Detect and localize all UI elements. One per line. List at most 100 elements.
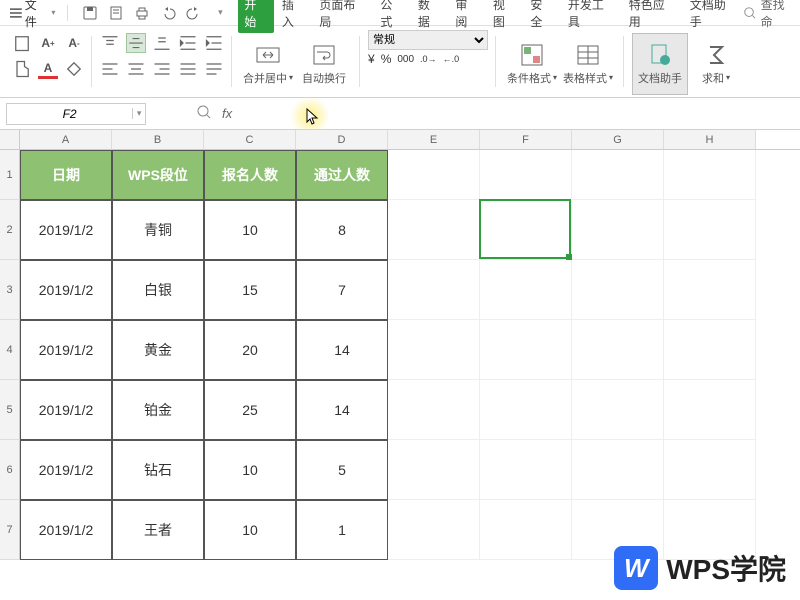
decrease-indent-icon[interactable] <box>178 33 198 53</box>
undo-icon[interactable] <box>160 5 176 21</box>
select-all-corner[interactable] <box>0 130 20 149</box>
align-center-icon[interactable] <box>126 59 146 79</box>
cell-C3[interactable]: 15 <box>204 260 296 320</box>
cell-C1[interactable]: 报名人数 <box>204 150 296 200</box>
cell-B3[interactable]: 白银 <box>112 260 204 320</box>
cell-B4[interactable]: 黄金 <box>112 320 204 380</box>
cell-G3[interactable] <box>572 260 664 320</box>
row-header-5[interactable]: 5 <box>0 380 20 440</box>
currency-icon[interactable]: ¥ <box>368 52 375 66</box>
fill-color-icon[interactable] <box>64 59 84 79</box>
row-header-1[interactable]: 1 <box>0 150 20 200</box>
cell-F5[interactable] <box>480 380 572 440</box>
tab-插入[interactable]: 插入 <box>276 0 312 33</box>
cell-E4[interactable] <box>388 320 480 380</box>
cell-G1[interactable] <box>572 150 664 200</box>
increase-decimal-icon[interactable]: .0→ <box>420 54 437 64</box>
cell-F3[interactable] <box>480 260 572 320</box>
col-header-G[interactable]: G <box>572 130 664 149</box>
col-header-H[interactable]: H <box>664 130 756 149</box>
col-header-F[interactable]: F <box>480 130 572 149</box>
file-menu-button[interactable]: 文件 ▾ <box>4 0 61 32</box>
col-header-C[interactable]: C <box>204 130 296 149</box>
cell-B5[interactable]: 铂金 <box>112 380 204 440</box>
cell-C4[interactable]: 20 <box>204 320 296 380</box>
cell-A7[interactable]: 2019/1/2 <box>20 500 112 560</box>
cell-E6[interactable] <box>388 440 480 500</box>
save-icon[interactable] <box>82 5 98 21</box>
cell-E7[interactable] <box>388 500 480 560</box>
cell-D1[interactable]: 通过人数 <box>296 150 388 200</box>
col-header-E[interactable]: E <box>388 130 480 149</box>
tab-页面布局[interactable]: 页面布局 <box>313 0 372 33</box>
tab-数据[interactable]: 数据 <box>412 0 448 33</box>
spreadsheet-grid[interactable]: ABCDEFGH 1234567 日期WPS段位报名人数通过人数2019/1/2… <box>0 130 800 600</box>
wrap-text-button[interactable]: 自动换行 <box>296 33 352 95</box>
cell-A6[interactable]: 2019/1/2 <box>20 440 112 500</box>
cell-G5[interactable] <box>572 380 664 440</box>
cell-E1[interactable] <box>388 150 480 200</box>
col-header-D[interactable]: D <box>296 130 388 149</box>
tab-开发工具[interactable]: 开发工具 <box>562 0 621 33</box>
tab-开始[interactable]: 开始 <box>238 0 274 33</box>
tab-安全[interactable]: 安全 <box>524 0 560 33</box>
cell-D2[interactable]: 8 <box>296 200 388 260</box>
cell-B1[interactable]: WPS段位 <box>112 150 204 200</box>
cell-A5[interactable]: 2019/1/2 <box>20 380 112 440</box>
row-header-4[interactable]: 4 <box>0 320 20 380</box>
row-header-2[interactable]: 2 <box>0 200 20 260</box>
format-painter-icon[interactable] <box>12 59 32 79</box>
distribute-icon[interactable] <box>204 59 224 79</box>
cell-F1[interactable] <box>480 150 572 200</box>
conditional-format-button[interactable]: 条件格式▾ <box>504 33 560 95</box>
col-header-B[interactable]: B <box>112 130 204 149</box>
cell-F7[interactable] <box>480 500 572 560</box>
cell-C7[interactable]: 10 <box>204 500 296 560</box>
font-color-icon[interactable]: A <box>38 59 58 79</box>
cell-A3[interactable]: 2019/1/2 <box>20 260 112 320</box>
cell-D4[interactable]: 14 <box>296 320 388 380</box>
cell-E2[interactable] <box>388 200 480 260</box>
align-top-icon[interactable] <box>100 33 120 53</box>
qat-dropdown-icon[interactable]: ▾ <box>212 5 228 21</box>
fx-icon[interactable]: fx <box>222 106 232 121</box>
namebox-dropdown-icon[interactable]: ▾ <box>132 108 145 119</box>
decrease-font-icon[interactable]: A- <box>64 33 84 53</box>
cell-E5[interactable] <box>388 380 480 440</box>
increase-indent-icon[interactable] <box>204 33 224 53</box>
merge-center-button[interactable]: 合并居中▾ <box>240 33 296 95</box>
tab-特色应用[interactable]: 特色应用 <box>623 0 682 33</box>
cell-G6[interactable] <box>572 440 664 500</box>
cell-H2[interactable] <box>664 200 756 260</box>
cell-F6[interactable] <box>480 440 572 500</box>
cell-H6[interactable] <box>664 440 756 500</box>
search-area[interactable]: 查找命 <box>743 0 796 30</box>
cell-C6[interactable]: 10 <box>204 440 296 500</box>
tab-视图[interactable]: 视图 <box>487 0 523 33</box>
cell-A4[interactable]: 2019/1/2 <box>20 320 112 380</box>
cell-G4[interactable] <box>572 320 664 380</box>
col-header-A[interactable]: A <box>20 130 112 149</box>
row-header-7[interactable]: 7 <box>0 500 20 560</box>
redo-icon[interactable] <box>186 5 202 21</box>
cell-F2[interactable] <box>480 200 572 260</box>
formula-input[interactable] <box>238 103 800 125</box>
row-header-3[interactable]: 3 <box>0 260 20 320</box>
cell-H5[interactable] <box>664 380 756 440</box>
number-format-select[interactable]: 常规 <box>368 30 488 50</box>
tab-文档助手[interactable]: 文档助手 <box>684 0 743 33</box>
comma-icon[interactable]: 000 <box>397 54 414 65</box>
zoom-icon[interactable] <box>196 104 212 123</box>
doc-helper-button[interactable]: 文档助手 <box>632 33 688 95</box>
align-left-icon[interactable] <box>100 59 120 79</box>
align-bottom-icon[interactable] <box>152 33 172 53</box>
cell-B6[interactable]: 钻石 <box>112 440 204 500</box>
row-header-6[interactable]: 6 <box>0 440 20 500</box>
cell-B2[interactable]: 青铜 <box>112 200 204 260</box>
cell-E3[interactable] <box>388 260 480 320</box>
tab-公式[interactable]: 公式 <box>374 0 410 33</box>
table-style-button[interactable]: 表格样式▾ <box>560 33 616 95</box>
decrease-decimal-icon[interactable]: ←.0 <box>443 54 460 64</box>
name-box[interactable]: ▾ <box>6 103 146 125</box>
cell-D6[interactable]: 5 <box>296 440 388 500</box>
